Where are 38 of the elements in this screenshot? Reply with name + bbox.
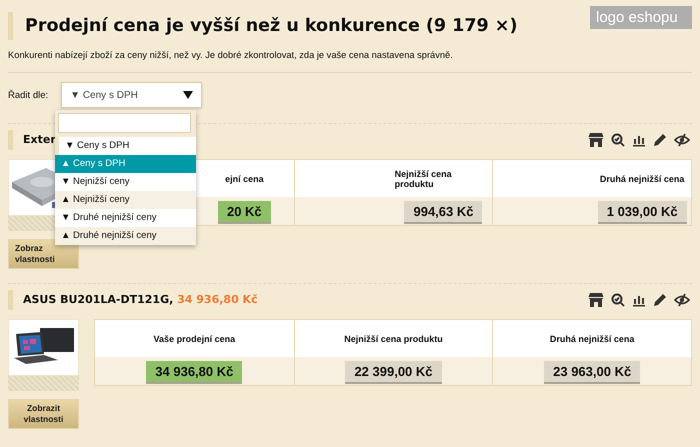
price-value: 994,63 Kč	[404, 200, 482, 222]
page-title: Prodejní cena je vyšší než u konkurence (9 179 ×)	[8, 12, 518, 40]
sort-option[interactable]: ▼ Nejnižší ceny	[55, 173, 196, 191]
search-icon[interactable]	[611, 132, 625, 148]
product-name: Exter	[8, 130, 56, 150]
column-header: Druhá nejnižší cena	[493, 160, 691, 197]
store-icon[interactable]	[588, 132, 604, 148]
sort-option[interactable]: ▼ Druhé nejnižší ceny	[55, 209, 196, 227]
price-value: 23 963,00 Kč	[544, 360, 640, 382]
sort-option[interactable]: ▼ Ceny s DPH	[55, 137, 196, 155]
description: Konkurenti nabízejí zboží za ceny nižší, než vy. Je dobré zkontrolovat, zda je vaše cena nastavena správně.	[8, 50, 454, 60]
product-name: ASUS BU201LA-DT121G, 34 936,80 Kč	[8, 290, 258, 310]
column-header: Nejnižší cena produktu	[294, 320, 492, 357]
pencil-icon[interactable]	[653, 133, 667, 147]
show-properties-button[interactable]: Zobrazit vlastnosti	[8, 399, 79, 429]
hidden-eye-icon[interactable]	[674, 133, 690, 147]
image-placeholder-strip	[8, 376, 79, 391]
pencil-icon[interactable]	[653, 293, 667, 307]
price-value: 20 Kč	[218, 200, 271, 222]
column-header: Nejnižší cena produktu	[294, 160, 492, 197]
sort-option[interactable]: ▲ Nejnižší ceny	[55, 191, 196, 209]
caret-icon	[183, 91, 194, 99]
bar-chart-icon[interactable]	[632, 293, 646, 307]
column-header: Vaše prodejní cena	[95, 320, 294, 357]
sort-label: Řadit dle:	[8, 90, 48, 100]
column-header: Druhá nejnižší cena	[493, 320, 691, 357]
hidden-eye-icon[interactable]	[674, 293, 690, 307]
price-value: 22 399,00 Kč	[345, 360, 442, 382]
store-icon[interactable]	[588, 292, 604, 308]
sort-select[interactable]: ▼ Ceny s DPH	[61, 82, 202, 108]
search-field[interactable]	[58, 113, 191, 133]
logo: logo eshopu	[590, 6, 692, 29]
bar-chart-icon[interactable]	[632, 133, 646, 147]
sort-option[interactable]: ▲ Druhé nejnižší ceny	[55, 227, 196, 245]
price-value: 1 039,00 Kč	[598, 200, 687, 222]
search-icon[interactable]	[611, 292, 625, 308]
show-properties-button[interactable]: Zobraz vlastnosti	[8, 239, 79, 269]
price-value: 34 936,80 Kč	[146, 360, 242, 382]
